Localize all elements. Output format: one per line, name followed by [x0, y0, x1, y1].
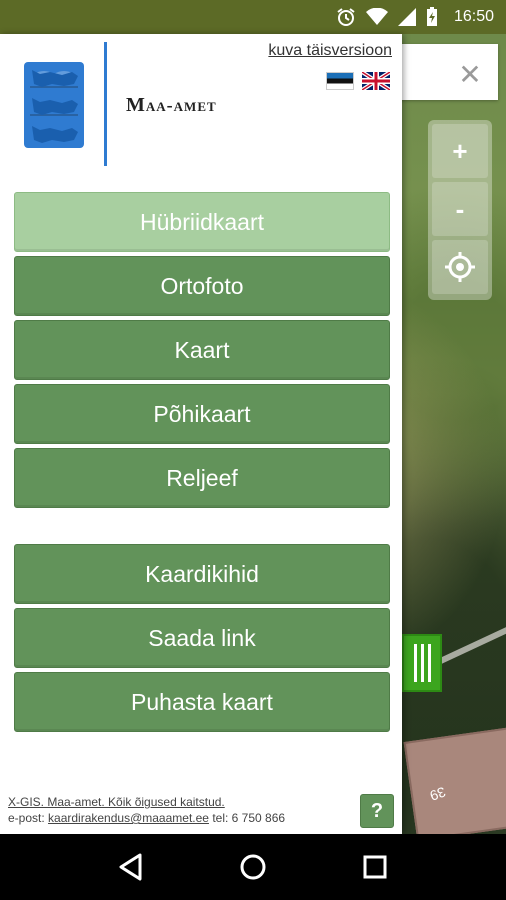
- signal-icon: [397, 8, 416, 26]
- home-icon: [240, 854, 266, 880]
- status-bar: 16:50: [0, 0, 506, 34]
- footer: X-GIS. Maa-amet. Kõik õigused kaitstud. …: [8, 794, 285, 826]
- back-button[interactable]: [111, 847, 151, 887]
- org-name-lead: M: [126, 94, 146, 116]
- drawer-handle[interactable]: [402, 634, 442, 692]
- map-controls: + -: [428, 120, 492, 300]
- navigation-bar: [0, 834, 506, 900]
- estonian-flag-icon[interactable]: [326, 72, 354, 90]
- handle-line: [420, 644, 424, 682]
- map-type-map-button[interactable]: Kaart: [14, 320, 390, 380]
- crosshair-icon: [445, 252, 475, 282]
- zoom-out-button[interactable]: -: [432, 182, 488, 236]
- org-name-rest: aa-amet: [145, 95, 217, 115]
- logo-divider: [104, 42, 107, 166]
- clock: 16:50: [453, 8, 494, 25]
- recents-button[interactable]: [355, 847, 395, 887]
- map-type-hybrid-button[interactable]: Hübriidkaart: [14, 192, 390, 252]
- coat-of-arms-logo: [24, 62, 84, 148]
- map-type-basemap-button[interactable]: Põhikaart: [14, 384, 390, 444]
- locate-button[interactable]: [432, 240, 488, 294]
- zoom-in-button[interactable]: +: [432, 124, 488, 178]
- map-building: [403, 726, 506, 842]
- handle-line: [413, 644, 417, 682]
- contact-line: e-post: kaardirakendus@maaamet.ee tel: 6…: [8, 810, 285, 826]
- wifi-icon: [365, 8, 388, 26]
- close-icon: ✕: [458, 58, 482, 90]
- email-label: e-post:: [8, 811, 45, 825]
- clear-map-button[interactable]: Puhasta kaart: [14, 672, 390, 732]
- close-button[interactable]: ✕: [450, 56, 490, 92]
- handle-line: [427, 644, 431, 682]
- send-link-button[interactable]: Saada link: [14, 608, 390, 668]
- help-button[interactable]: ?: [360, 794, 394, 828]
- copyright-text[interactable]: X-GIS. Maa-amet. Kõik õigused kaitstud.: [8, 794, 285, 810]
- main-menu: Hübriidkaart Ortofoto Kaart Põhikaart Re…: [14, 192, 390, 736]
- email-link[interactable]: kaardirakendus@maaamet.ee: [48, 811, 209, 825]
- uk-flag-icon[interactable]: [362, 72, 390, 90]
- map-layers-button[interactable]: Kaardikihid: [14, 544, 390, 604]
- alarm-icon: [336, 7, 356, 27]
- menu-spacer: [14, 512, 390, 544]
- home-button[interactable]: [233, 847, 273, 887]
- org-name: Maa-amet: [126, 94, 217, 117]
- map-road: [436, 608, 506, 666]
- language-switcher: [326, 72, 390, 90]
- side-panel: Maa-amet kuva täisversioon Hübriidkaart …: [0, 34, 402, 834]
- battery-icon: [426, 7, 438, 27]
- full-version-link[interactable]: kuva täisversioon: [268, 42, 392, 60]
- recents-icon: [363, 855, 387, 879]
- map-type-orthophoto-button[interactable]: Ortofoto: [14, 256, 390, 316]
- phone-label: tel:: [212, 811, 229, 825]
- phone-number: 6 750 866: [231, 811, 286, 825]
- map-type-relief-button[interactable]: Reljeef: [14, 448, 390, 508]
- back-icon: [119, 853, 142, 881]
